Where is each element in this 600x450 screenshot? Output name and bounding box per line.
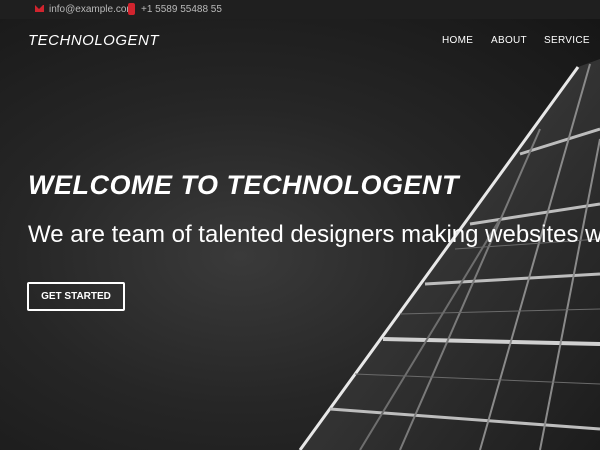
hero-title: WELCOME TO TECHNOLOGENT bbox=[28, 170, 459, 200]
nav-item-about[interactable]: ABOUT bbox=[491, 35, 527, 46]
contact-phone[interactable]: +1 5589 55488 55 bbox=[141, 0, 222, 19]
envelope-icon bbox=[35, 5, 44, 12]
phone-icon bbox=[128, 3, 135, 15]
hero-subtitle: We are team of talented designers making… bbox=[28, 221, 600, 248]
nav-item-home[interactable]: HOME bbox=[442, 35, 473, 46]
main-navbar: TECHNOLOGENT HOME ABOUT SERVICE bbox=[0, 19, 600, 61]
brand-logo[interactable]: TECHNOLOGENT bbox=[28, 32, 159, 49]
contact-email[interactable]: info@example.com bbox=[49, 0, 135, 19]
top-info-bar: info@example.com +1 5589 55488 55 bbox=[0, 0, 600, 19]
get-started-button[interactable]: GET STARTED bbox=[27, 282, 125, 311]
nav-item-service[interactable]: SERVICE bbox=[544, 35, 590, 46]
